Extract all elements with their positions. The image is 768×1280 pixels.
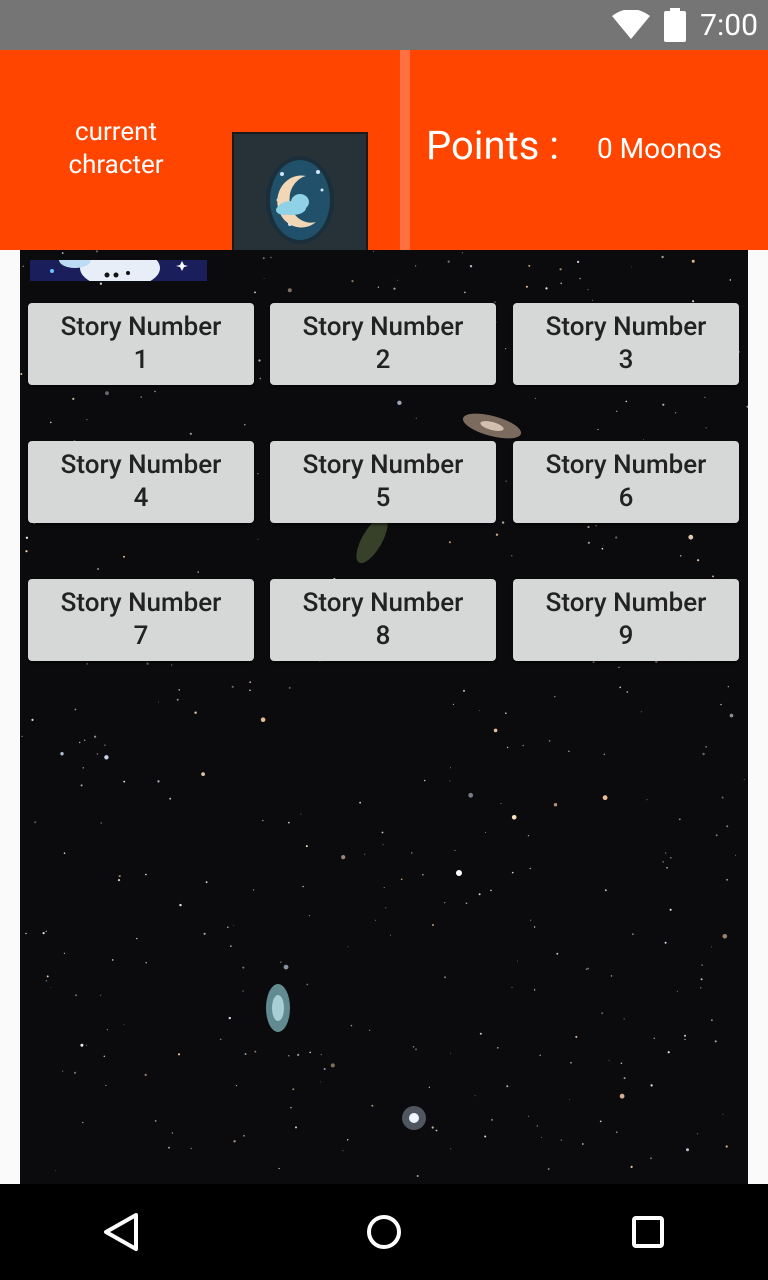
system-nav-bar: [0, 1184, 768, 1280]
story-button-number: 4: [133, 483, 149, 513]
story-button-number: 7: [133, 621, 149, 651]
story-button-label: Story Number: [60, 312, 222, 342]
story-button-9[interactable]: Story Number 9: [513, 579, 739, 661]
story-button-5[interactable]: Story Number 5: [270, 441, 496, 523]
story-button-4[interactable]: Story Number 4: [28, 441, 254, 523]
status-time: 7:00: [700, 7, 758, 43]
header-divider: [400, 50, 410, 250]
home-icon[interactable]: [365, 1212, 403, 1252]
story-button-label: Story Number: [302, 450, 464, 480]
story-button-number: 9: [618, 621, 634, 651]
points-label: Points :: [426, 122, 559, 169]
moon-cloud-icon: [266, 156, 334, 244]
story-button-8[interactable]: Story Number 8: [270, 579, 496, 661]
story-button-label: Story Number: [302, 588, 464, 618]
status-bar: 7:00: [0, 0, 768, 50]
story-button-7[interactable]: Story Number 7: [28, 579, 254, 661]
recents-icon[interactable]: [630, 1212, 666, 1252]
character-banner-image: [30, 260, 207, 281]
space-background-image: [20, 250, 748, 1177]
current-character-avatar[interactable]: [232, 132, 368, 268]
story-button-number: 3: [618, 345, 634, 375]
story-button-2[interactable]: Story Number 2: [270, 303, 496, 385]
story-button-number: 8: [375, 621, 391, 651]
story-button-1[interactable]: Story Number 1: [28, 303, 254, 385]
battery-icon: [664, 8, 687, 42]
story-button-number: 1: [133, 345, 149, 375]
story-button-number: 6: [618, 483, 634, 513]
story-button-label: Story Number: [545, 312, 707, 342]
story-button-number: 5: [375, 483, 391, 513]
story-button-label: Story Number: [302, 312, 464, 342]
points-value: 0 Moonos: [597, 132, 722, 165]
wifi-icon: [612, 10, 651, 39]
story-button-6[interactable]: Story Number 6: [513, 441, 739, 523]
story-button-label: Story Number: [60, 588, 222, 618]
story-button-label: Story Number: [545, 450, 707, 480]
current-character-label: current chracter: [68, 117, 164, 180]
story-button-label: Story Number: [545, 588, 707, 618]
story-button-label: Story Number: [60, 450, 222, 480]
story-panel: Story Number 1 Story Number 2 Story Number…: [20, 250, 748, 1184]
story-button-3[interactable]: Story Number 3: [513, 303, 739, 385]
back-icon[interactable]: [102, 1212, 140, 1252]
story-button-number: 2: [375, 345, 391, 375]
